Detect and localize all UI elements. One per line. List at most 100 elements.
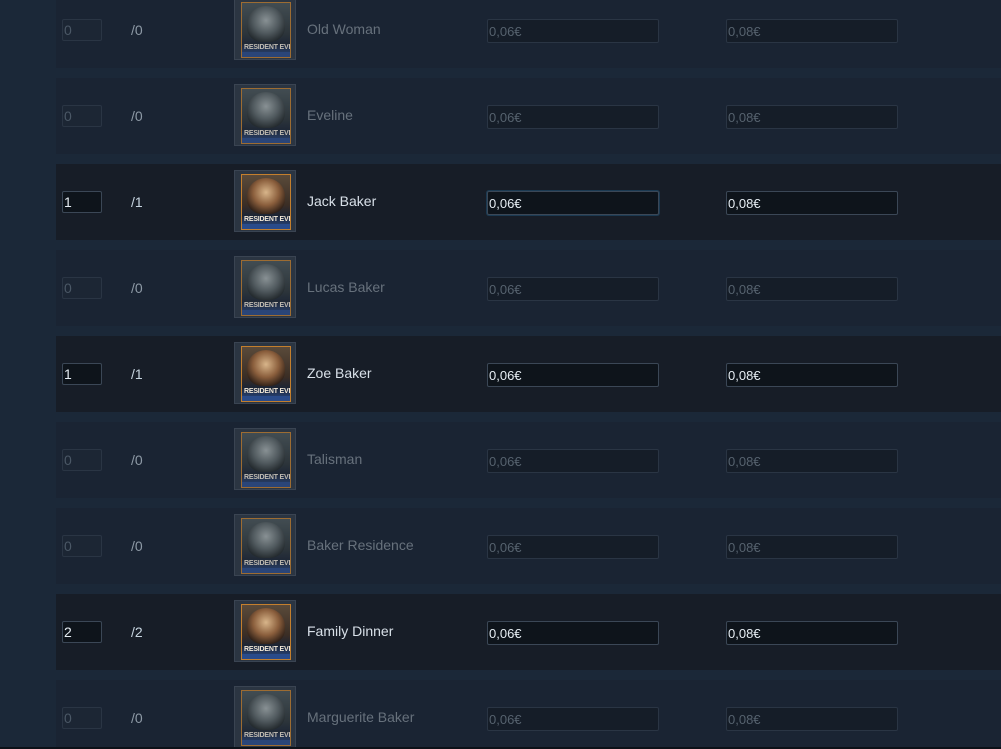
card-row: /0 RESIDENT EVIL Lucas Baker <box>56 250 1001 326</box>
card-row: /0 RESIDENT EVIL Baker Residence <box>56 508 1001 584</box>
max-quantity-label: /0 <box>131 452 143 468</box>
card-name: Talisman <box>307 451 363 467</box>
trading-card-icon: RESIDENT EVIL <box>241 690 291 746</box>
buy-price-input[interactable] <box>487 707 659 731</box>
card-logo-bar <box>242 138 290 143</box>
card-row: /0 RESIDENT EVIL Talisman <box>56 422 1001 498</box>
card-row: /2 RESIDENT EVIL Family Dinner <box>56 594 1001 670</box>
max-quantity-label: /1 <box>131 366 143 382</box>
sell-price-input[interactable] <box>726 621 898 645</box>
card-art <box>247 608 285 644</box>
card-art <box>247 350 285 386</box>
card-art <box>247 522 285 558</box>
card-logo-bar <box>242 568 290 573</box>
card-name: Eveline <box>307 107 353 123</box>
sell-price-input[interactable] <box>726 191 898 215</box>
card-thumbnail-frame[interactable]: RESIDENT EVIL <box>234 256 296 318</box>
buy-price-input[interactable] <box>487 19 659 43</box>
card-thumbnail-frame[interactable]: RESIDENT EVIL <box>234 170 296 232</box>
buy-price-input[interactable] <box>487 535 659 559</box>
card-thumbnail-frame[interactable]: RESIDENT EVIL <box>234 514 296 576</box>
trading-card-icon: RESIDENT EVIL <box>241 518 291 574</box>
card-logo-bar <box>242 396 290 401</box>
card-row: /0 RESIDENT EVIL Eveline <box>56 78 1001 154</box>
quantity-input[interactable] <box>62 535 102 557</box>
card-row: /0 RESIDENT EVIL Marguerite Baker <box>56 680 1001 749</box>
card-art <box>247 694 285 730</box>
sell-price-input[interactable] <box>726 363 898 387</box>
trading-card-icon: RESIDENT EVIL <box>241 2 291 58</box>
sell-price-input[interactable] <box>726 19 898 43</box>
card-name: Zoe Baker <box>307 365 372 381</box>
card-rows: /0 RESIDENT EVIL Old Woman /0 RESIDENT E… <box>56 0 1001 749</box>
buy-price-input[interactable] <box>487 449 659 473</box>
card-name: Baker Residence <box>307 537 414 553</box>
card-art <box>247 436 285 472</box>
max-quantity-label: /0 <box>131 538 143 554</box>
card-art <box>247 6 285 42</box>
card-logo-text: RESIDENT EVIL <box>244 216 291 223</box>
card-name: Lucas Baker <box>307 279 385 295</box>
sell-price-input[interactable] <box>726 277 898 301</box>
trading-card-icon: RESIDENT EVIL <box>241 88 291 144</box>
card-logo-bar <box>242 482 290 487</box>
max-quantity-label: /0 <box>131 280 143 296</box>
card-art <box>247 264 285 300</box>
sell-price-input[interactable] <box>726 449 898 473</box>
card-thumbnail-frame[interactable]: RESIDENT EVIL <box>234 84 296 146</box>
card-thumbnail-frame[interactable]: RESIDENT EVIL <box>234 0 296 60</box>
sell-price-input[interactable] <box>726 535 898 559</box>
card-thumbnail-frame[interactable]: RESIDENT EVIL <box>234 686 296 748</box>
card-logo-bar <box>242 740 290 745</box>
card-art <box>247 178 285 214</box>
card-thumbnail-frame[interactable]: RESIDENT EVIL <box>234 342 296 404</box>
card-logo-text: RESIDENT EVIL <box>244 646 291 653</box>
card-logo-bar <box>242 654 290 659</box>
card-logo-text: RESIDENT EVIL <box>244 302 291 309</box>
quantity-input[interactable] <box>62 277 102 299</box>
card-list-page: /0 RESIDENT EVIL Old Woman /0 RESIDENT E… <box>0 0 1001 749</box>
trading-card-icon: RESIDENT EVIL <box>241 174 291 230</box>
sell-price-input[interactable] <box>726 707 898 731</box>
card-thumbnail-frame[interactable]: RESIDENT EVIL <box>234 600 296 662</box>
buy-price-input[interactable] <box>487 621 659 645</box>
max-quantity-label: /2 <box>131 624 143 640</box>
trading-card-icon: RESIDENT EVIL <box>241 260 291 316</box>
buy-price-input[interactable] <box>487 191 659 215</box>
trading-card-icon: RESIDENT EVIL <box>241 604 291 660</box>
card-logo-text: RESIDENT EVIL <box>244 44 291 51</box>
quantity-input[interactable] <box>62 363 102 385</box>
quantity-input[interactable] <box>62 105 102 127</box>
left-rail <box>0 0 56 749</box>
card-thumbnail-frame[interactable]: RESIDENT EVIL <box>234 428 296 490</box>
card-logo-text: RESIDENT EVIL <box>244 388 291 395</box>
card-row: /1 RESIDENT EVIL Jack Baker <box>56 164 1001 240</box>
card-art <box>247 92 285 128</box>
card-name: Marguerite Baker <box>307 709 415 725</box>
card-logo-bar <box>242 52 290 57</box>
card-logo-bar <box>242 310 290 315</box>
card-logo-text: RESIDENT EVIL <box>244 732 291 739</box>
card-row: /1 RESIDENT EVIL Zoe Baker <box>56 336 1001 412</box>
quantity-input[interactable] <box>62 449 102 471</box>
card-logo-bar <box>242 224 290 229</box>
buy-price-input[interactable] <box>487 105 659 129</box>
card-logo-text: RESIDENT EVIL <box>244 560 291 567</box>
card-logo-text: RESIDENT EVIL <box>244 130 291 137</box>
card-name: Old Woman <box>307 21 381 37</box>
max-quantity-label: /0 <box>131 22 143 38</box>
quantity-input[interactable] <box>62 621 102 643</box>
quantity-input[interactable] <box>62 191 102 213</box>
buy-price-input[interactable] <box>487 277 659 301</box>
card-row: /0 RESIDENT EVIL Old Woman <box>56 0 1001 68</box>
sell-price-input[interactable] <box>726 105 898 129</box>
quantity-input[interactable] <box>62 707 102 729</box>
max-quantity-label: /0 <box>131 108 143 124</box>
quantity-input[interactable] <box>62 19 102 41</box>
card-logo-text: RESIDENT EVIL <box>244 474 291 481</box>
buy-price-input[interactable] <box>487 363 659 387</box>
trading-card-icon: RESIDENT EVIL <box>241 346 291 402</box>
card-name: Jack Baker <box>307 193 377 209</box>
trading-card-icon: RESIDENT EVIL <box>241 432 291 488</box>
max-quantity-label: /0 <box>131 710 143 726</box>
